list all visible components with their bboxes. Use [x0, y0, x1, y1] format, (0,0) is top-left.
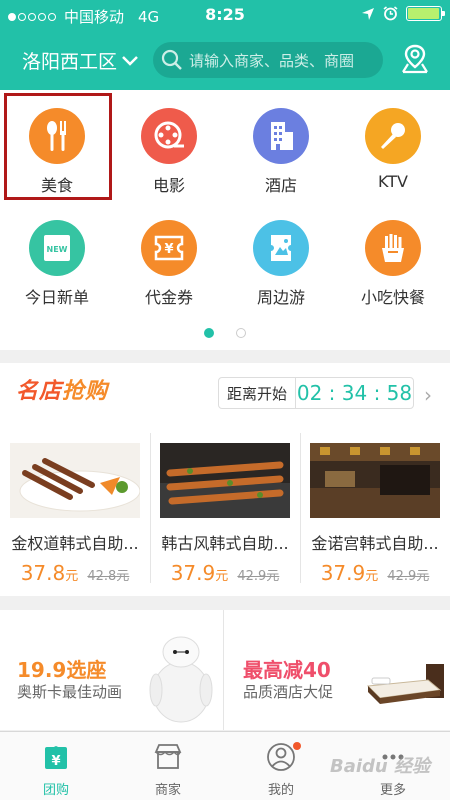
tab-mine[interactable]: 我的: [225, 732, 337, 800]
map-pin-icon[interactable]: [398, 42, 432, 76]
category-label: 美食: [40, 176, 73, 195]
category-label: 周边游: [256, 288, 305, 307]
deal-name: 金诺宫韩式自助...: [311, 534, 439, 553]
deal-card[interactable]: 金诺宫韩式自助... 37.9元 42.9元: [300, 433, 450, 593]
promo-subtitle: 品质酒店大促: [243, 683, 334, 701]
deal-price: 37.9元 42.9元: [150, 561, 300, 585]
category-label: 代金券: [144, 288, 193, 307]
current-price: 37.8: [20, 561, 66, 585]
original-price: 42.9元: [237, 569, 280, 584]
battery-icon: [406, 6, 445, 21]
price-unit: 元: [65, 569, 79, 584]
deal-card[interactable]: 韩古风韩式自助... 37.9元 42.9元: [150, 433, 300, 593]
category-grid: 美食 电影 酒店 KTV NEW 今日新单 ¥ 代金券 周边游 小吃快餐: [0, 90, 450, 350]
category-nearby-travel[interactable]: 周边游: [225, 202, 337, 310]
category-food[interactable]: 美食: [1, 90, 113, 198]
deal-image: [10, 443, 140, 518]
page-dot[interactable]: [204, 328, 214, 338]
location-arrow-icon: [362, 7, 374, 20]
countdown-value: 02 : 34 : 58: [296, 381, 413, 405]
status-bar: 中国移动 4G 8:25: [0, 0, 450, 30]
promo-title: 最高减40: [243, 658, 331, 682]
tab-merchants[interactable]: 商家: [112, 732, 224, 800]
voucher-icon: ¥: [141, 220, 197, 276]
price-unit: 元: [215, 569, 229, 584]
category-hotel[interactable]: 酒店: [225, 90, 337, 198]
flash-sale-title-part2: 抢购: [62, 379, 109, 404]
category-voucher[interactable]: ¥ 代金券: [113, 202, 225, 310]
tab-label: 商家: [154, 783, 181, 798]
search-placeholder: 请输入商家、品类、商圈: [189, 51, 355, 70]
promo-image: [366, 664, 444, 704]
chevron-right-icon[interactable]: ›: [424, 383, 432, 407]
category-movie[interactable]: 电影: [113, 90, 225, 198]
category-snacks[interactable]: 小吃快餐: [337, 202, 449, 310]
deal-image: [310, 443, 440, 518]
svg-text:NEW: NEW: [47, 245, 68, 254]
user-profile-icon: [267, 743, 295, 771]
tab-label: 团购: [42, 783, 69, 798]
alarm-icon: [383, 6, 398, 21]
travel-ticket-icon: [253, 220, 309, 276]
flash-sale-title: 名店抢购: [16, 373, 108, 405]
category-label: 今日新单: [24, 288, 89, 307]
fork-spoon-icon: [29, 108, 85, 164]
storefront-icon: [154, 744, 182, 769]
deal-price: 37.9元 42.9元: [300, 561, 450, 585]
fries-icon: [365, 220, 421, 276]
tab-more[interactable]: 更多: [337, 732, 449, 800]
category-label: 酒店: [264, 176, 297, 195]
flash-sale-section: 名店抢购 距离开始 02 : 34 : 58 › 金权道韩式自助... 37.8…: [0, 363, 450, 596]
chevron-down-icon: [122, 55, 138, 66]
promo-movie-seat[interactable]: 19.9选座 奥斯卡最佳动画: [0, 610, 224, 730]
new-tag-icon: NEW: [29, 220, 85, 276]
category-label: 小吃快餐: [360, 288, 425, 307]
hotel-building-icon: [253, 108, 309, 164]
category-label: KTV: [378, 172, 408, 191]
deal-name: 金权道韩式自助...: [11, 534, 139, 553]
svg-text:¥: ¥: [164, 242, 173, 257]
category-ktv[interactable]: KTV: [337, 90, 449, 198]
page-indicator: [0, 328, 450, 338]
top-header: 洛阳西工区 请输入商家、品类、商圈: [0, 30, 450, 90]
promo-hotel-sale[interactable]: 最高减40 品质酒店大促: [226, 610, 450, 730]
group-buy-icon: ¥: [45, 746, 67, 769]
svg-text:¥: ¥: [51, 754, 60, 769]
flash-sale-title-part1: 名店: [16, 379, 63, 404]
deal-price: 37.8元 42.8元: [0, 561, 150, 585]
category-label: 电影: [152, 176, 185, 195]
countdown-label: 距离开始: [219, 378, 297, 408]
search-icon: [161, 49, 182, 70]
search-input[interactable]: 请输入商家、品类、商圈: [153, 42, 383, 78]
microphone-icon: [365, 108, 421, 164]
original-price: 42.8元: [87, 569, 130, 584]
bottom-tab-bar: ¥ 团购 商家 我的 更多: [0, 731, 450, 800]
tab-label: 更多: [379, 783, 406, 798]
category-new-deals[interactable]: NEW 今日新单: [1, 202, 113, 310]
deal-image: [160, 443, 290, 518]
current-price: 37.9: [170, 561, 216, 585]
price-unit: 元: [365, 569, 379, 584]
promo-subtitle: 奥斯卡最佳动画: [17, 683, 123, 701]
promo-section: 19.9选座 奥斯卡最佳动画 最高减40 品质酒店大促: [0, 610, 450, 730]
tab-group-buy[interactable]: ¥ 团购: [0, 732, 112, 800]
notification-badge: [293, 742, 301, 750]
original-price: 42.9元: [387, 569, 430, 584]
deal-name: 韩古风韩式自助...: [161, 534, 289, 553]
film-reel-icon: [141, 108, 197, 164]
promo-title: 19.9选座: [17, 658, 107, 682]
more-dots-icon: [382, 754, 404, 760]
status-right: [361, 6, 445, 21]
tab-label: 我的: [267, 783, 294, 798]
countdown-timer: 距离开始 02 : 34 : 58: [218, 377, 414, 409]
page-dot[interactable]: [236, 328, 246, 338]
promo-image: [149, 636, 213, 723]
city-label: 洛阳西工区: [22, 51, 118, 73]
deal-card[interactable]: 金权道韩式自助... 37.8元 42.8元: [0, 433, 150, 593]
city-selector[interactable]: 洛阳西工区: [22, 47, 139, 74]
current-price: 37.9: [320, 561, 366, 585]
